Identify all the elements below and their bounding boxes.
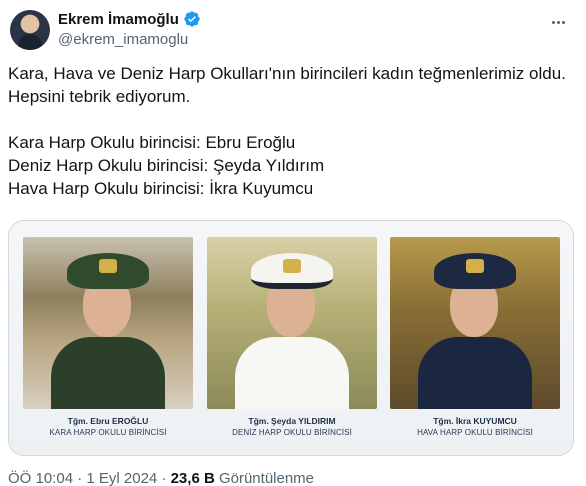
views-label: Görüntülenme	[214, 470, 315, 486]
tweet-meta: ÖÖ 10:04 · 1 Eyl 2024 · 23,6 B Görüntüle…	[8, 470, 314, 486]
media-caption: Tğm. Ebru EROĞLU KARA HARP OKULU BİRİNCİ…	[23, 415, 193, 439]
cadet-school: DENİZ HARP OKULU BİRİNCİSİ	[232, 428, 352, 437]
cadet-photo	[23, 237, 193, 409]
views-count: 23,6 B	[170, 470, 215, 486]
cadet-school: HAVA HARP OKULU BİRİNCİSİ	[417, 428, 533, 437]
cadet-school: KARA HARP OKULU BİRİNCİSİ	[49, 428, 167, 437]
author-display-name[interactable]: Ekrem İmamoğlu	[58, 11, 179, 28]
cadet-name: Tğm. İkra KUYUMCU	[433, 416, 517, 426]
author-name-row: Ekrem İmamoğlu	[58, 10, 201, 28]
cadet-name: Tğm. Şeyda YILDIRIM	[248, 416, 336, 426]
media-card: Tğm. Ebru EROĞLU KARA HARP OKULU BİRİNCİ…	[23, 237, 193, 443]
author-handle[interactable]: @ekrem_imamoglu	[58, 31, 188, 48]
tweet-header: Ekrem İmamoğlu @ekrem_imamoglu	[8, 8, 578, 52]
tweet-paragraph: Kara, Hava ve Deniz Harp Okulları'nın bi…	[8, 64, 566, 106]
verified-badge-icon	[184, 11, 200, 27]
tweet-media-image[interactable]: Tğm. Ebru EROĞLU KARA HARP OKULU BİRİNCİ…	[8, 220, 574, 456]
media-card: Tğm. Şeyda YILDIRIM DENİZ HARP OKULU BİR…	[207, 237, 377, 443]
tweet-timestamp[interactable]: ÖÖ 10:04 · 1 Eyl 2024 ·	[8, 470, 171, 486]
more-options-icon[interactable]	[546, 10, 570, 34]
tweet-text: Kara, Hava ve Deniz Harp Okulları'nın bi…	[8, 62, 576, 200]
cadet-photo	[207, 237, 377, 409]
media-card: Tğm. İkra KUYUMCU HAVA HARP OKULU BİRİNC…	[390, 237, 560, 443]
cadet-name: Tğm. Ebru EROĞLU	[67, 416, 149, 426]
cadet-photo	[390, 237, 560, 409]
media-caption: Tğm. İkra KUYUMCU HAVA HARP OKULU BİRİNC…	[390, 415, 560, 439]
media-caption: Tğm. Şeyda YILDIRIM DENİZ HARP OKULU BİR…	[207, 415, 377, 439]
tweet-line: Hava Harp Okulu birincisi: İkra Kuyumcu	[8, 179, 314, 198]
tweet-line: Deniz Harp Okulu birincisi: Şeyda Yıldır…	[8, 156, 325, 175]
tweet-line: Kara Harp Okulu birincisi: Ebru Eroğlu	[8, 133, 296, 152]
avatar[interactable]	[10, 10, 50, 50]
